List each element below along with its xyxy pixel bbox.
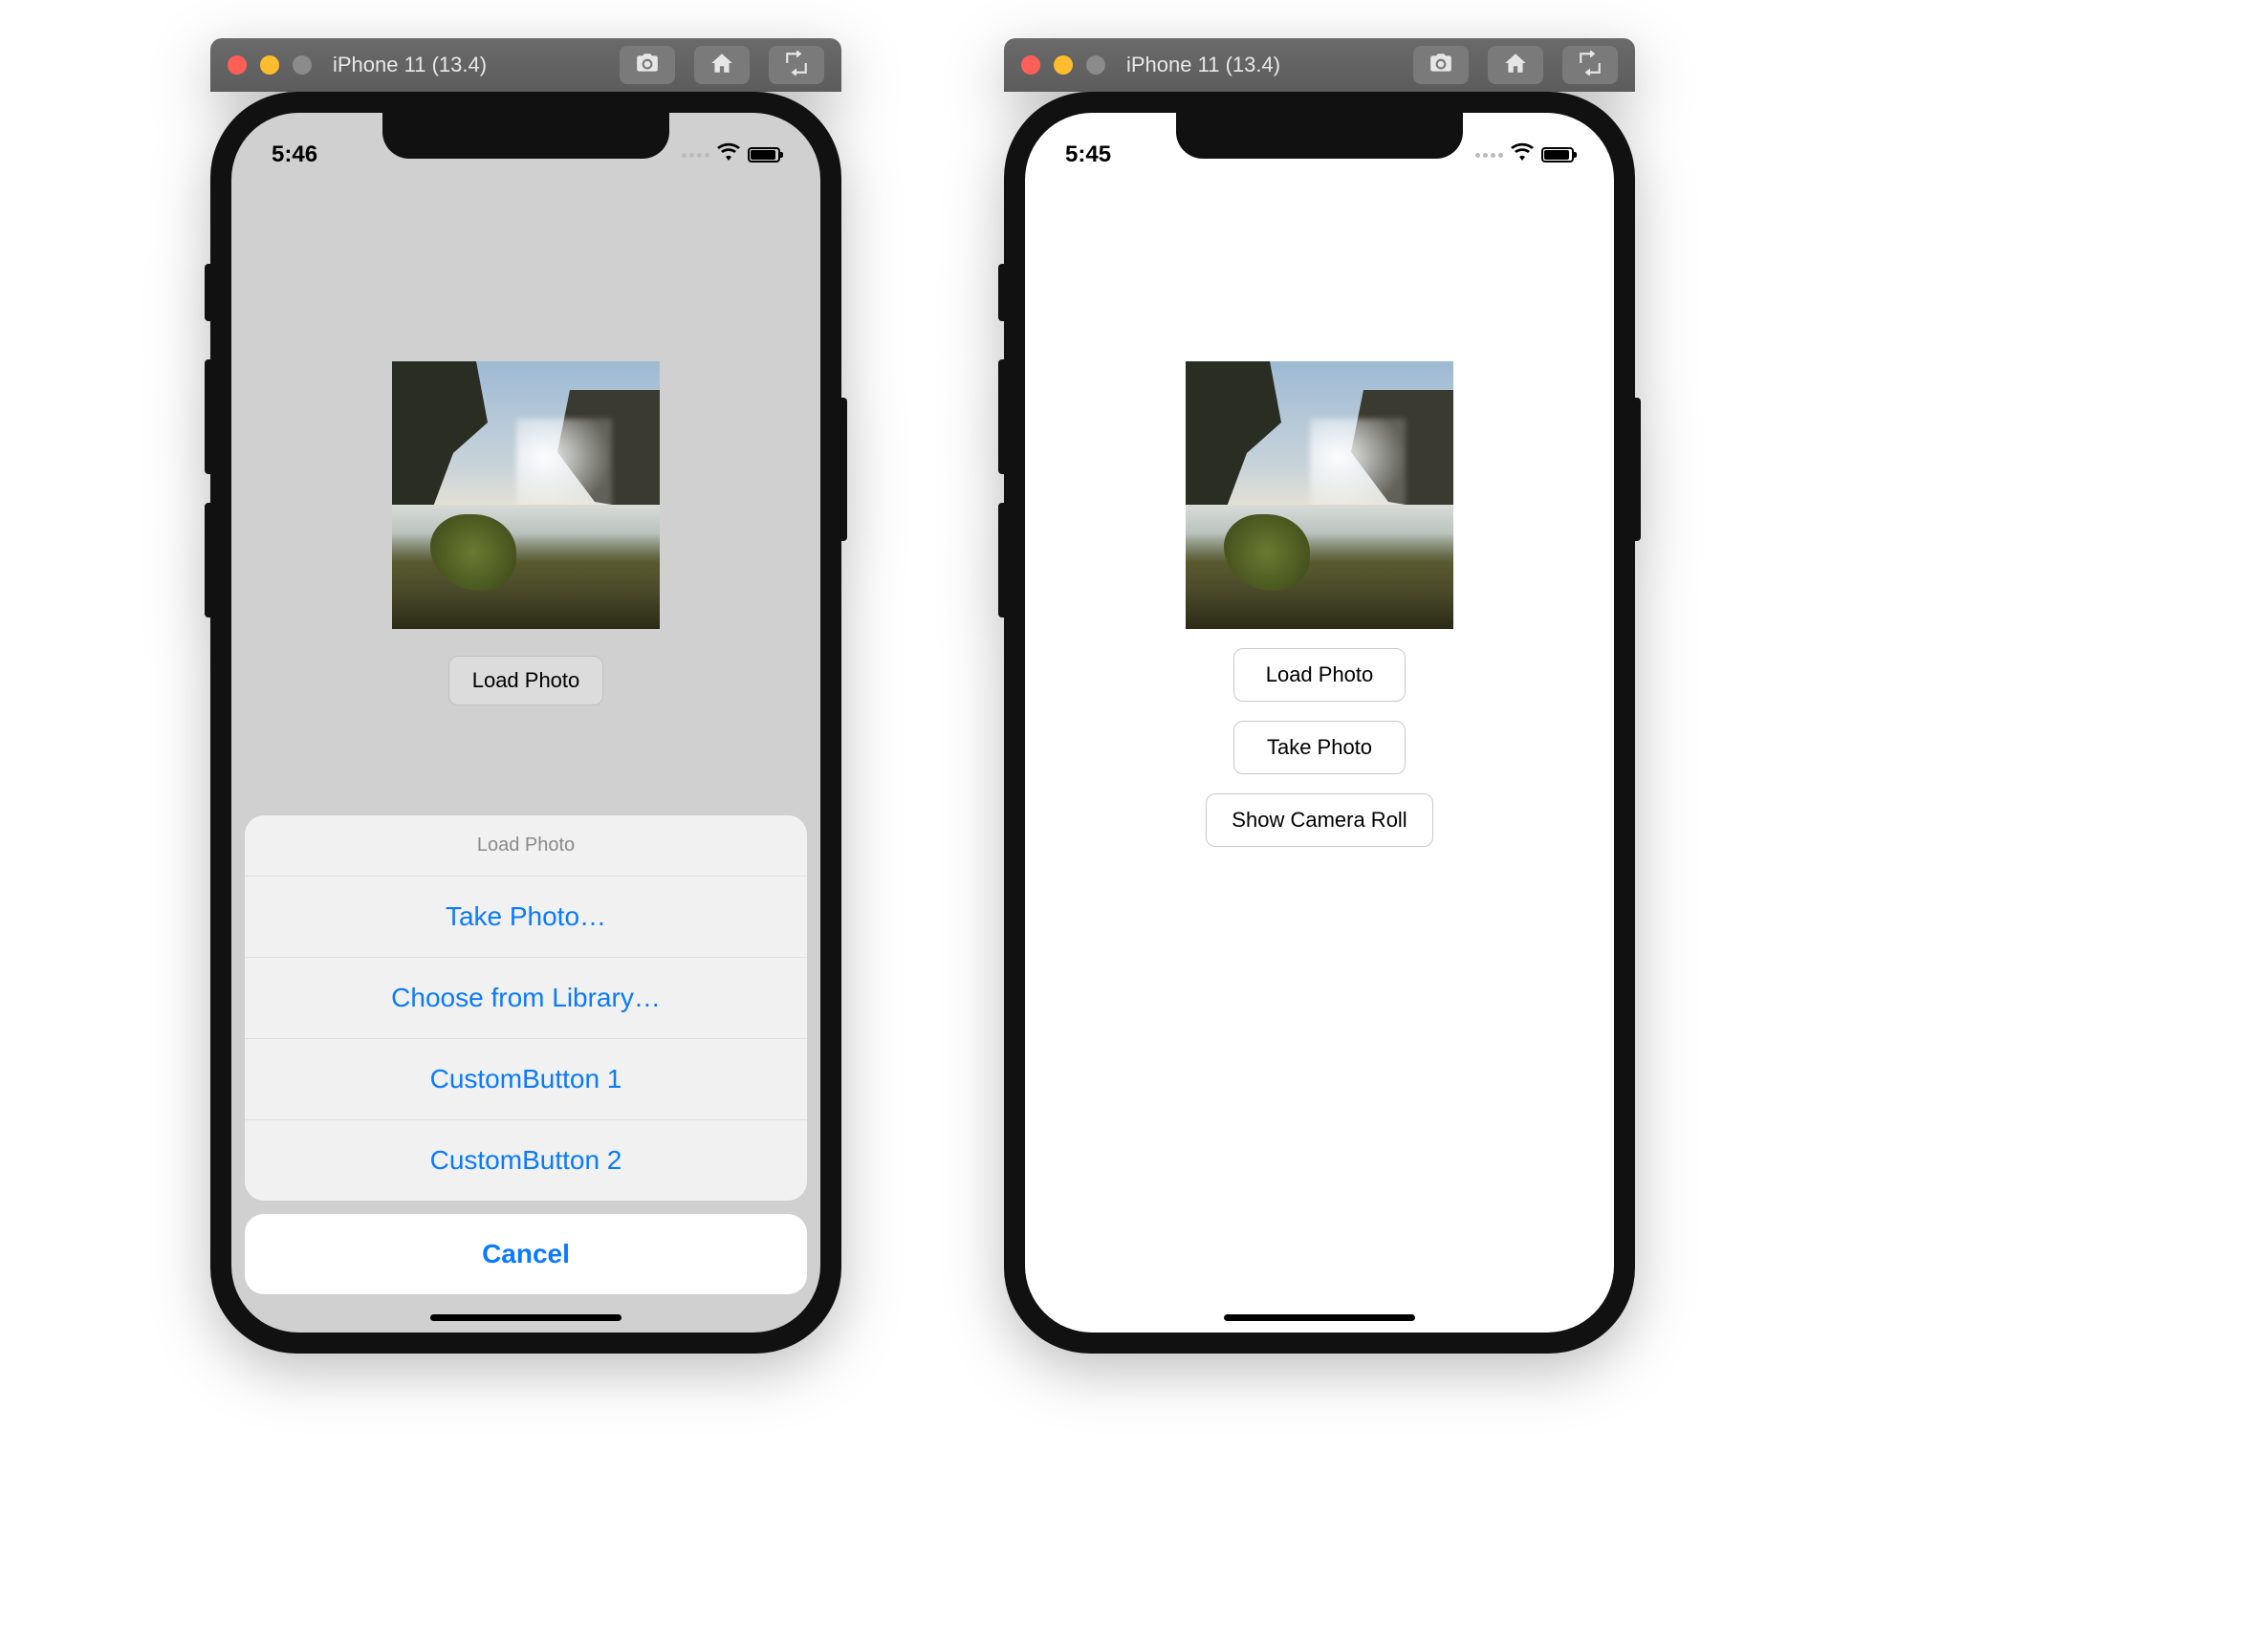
rotate-button[interactable] — [1562, 46, 1618, 84]
action-sheet: Load Photo Take Photo… Choose from Libra… — [245, 815, 807, 1294]
simulator-window-right: iPhone 11 (13.4) — [1004, 38, 1635, 1354]
action-sheet-item-custom-1[interactable]: CustomButton 1 — [245, 1039, 807, 1120]
traffic-lights — [1021, 55, 1105, 75]
action-sheet-item-custom-2[interactable]: CustomButton 2 — [245, 1120, 807, 1201]
home-indicator[interactable] — [1224, 1314, 1415, 1321]
notch — [1176, 113, 1463, 159]
load-photo-button[interactable]: Load Photo — [448, 656, 604, 705]
action-sheet-item-choose-library[interactable]: Choose from Library… — [245, 958, 807, 1039]
action-sheet-item-take-photo[interactable]: Take Photo… — [245, 877, 807, 958]
cellular-icon — [682, 153, 709, 158]
home-button[interactable] — [1488, 46, 1543, 84]
titlebar: iPhone 11 (13.4) — [1004, 38, 1635, 92]
rotate-icon — [1578, 51, 1603, 80]
photo-thumbnail — [1186, 361, 1453, 629]
status-icons — [682, 141, 780, 169]
take-photo-button[interactable]: Take Photo — [1233, 721, 1406, 774]
load-photo-button[interactable]: Load Photo — [1233, 648, 1406, 702]
phone-frame: 5:45 Load Photo Take Photo Show Camera R… — [1004, 92, 1635, 1354]
titlebar: iPhone 11 (13.4) — [210, 38, 841, 92]
minimize-icon[interactable] — [260, 55, 279, 75]
phone-screen: 5:46 Load Photo Load Photo — [231, 113, 820, 1332]
traffic-lights — [228, 55, 312, 75]
phone-frame: 5:46 Load Photo Load Photo — [210, 92, 841, 1354]
screenshot-icon — [635, 51, 660, 80]
action-sheet-group: Load Photo Take Photo… Choose from Libra… — [245, 815, 807, 1201]
cellular-icon — [1475, 153, 1503, 158]
status-time: 5:45 — [1065, 141, 1111, 168]
window-title: iPhone 11 (13.4) — [1126, 53, 1280, 77]
phone-screen: 5:45 Load Photo Take Photo Show Camera R… — [1025, 113, 1614, 1332]
simulator-window-left: iPhone 11 (13.4) — [210, 38, 841, 1354]
rotate-button[interactable] — [769, 46, 824, 84]
action-sheet-cancel[interactable]: Cancel — [245, 1214, 807, 1294]
app-content: Load Photo Take Photo Show Camera Roll — [1025, 113, 1614, 1332]
status-time: 5:46 — [272, 141, 317, 168]
home-indicator[interactable] — [430, 1314, 622, 1321]
battery-icon — [1541, 147, 1574, 162]
close-icon[interactable] — [228, 55, 247, 75]
zoom-icon[interactable] — [293, 55, 312, 75]
home-button[interactable] — [694, 46, 750, 84]
home-icon — [709, 51, 734, 80]
action-sheet-title: Load Photo — [245, 815, 807, 877]
minimize-icon[interactable] — [1054, 55, 1073, 75]
photo-thumbnail — [392, 361, 660, 629]
battery-icon — [748, 147, 780, 162]
home-icon — [1503, 51, 1528, 80]
close-icon[interactable] — [1021, 55, 1040, 75]
show-camera-roll-button[interactable]: Show Camera Roll — [1206, 793, 1432, 847]
status-icons — [1475, 141, 1574, 169]
zoom-icon[interactable] — [1086, 55, 1105, 75]
rotate-icon — [784, 51, 809, 80]
screenshot-button[interactable] — [1413, 46, 1469, 84]
screenshot-icon — [1428, 51, 1453, 80]
wifi-icon — [717, 141, 740, 169]
wifi-icon — [1511, 141, 1534, 169]
notch — [382, 113, 669, 159]
window-title: iPhone 11 (13.4) — [333, 53, 487, 77]
screenshot-button[interactable] — [620, 46, 675, 84]
